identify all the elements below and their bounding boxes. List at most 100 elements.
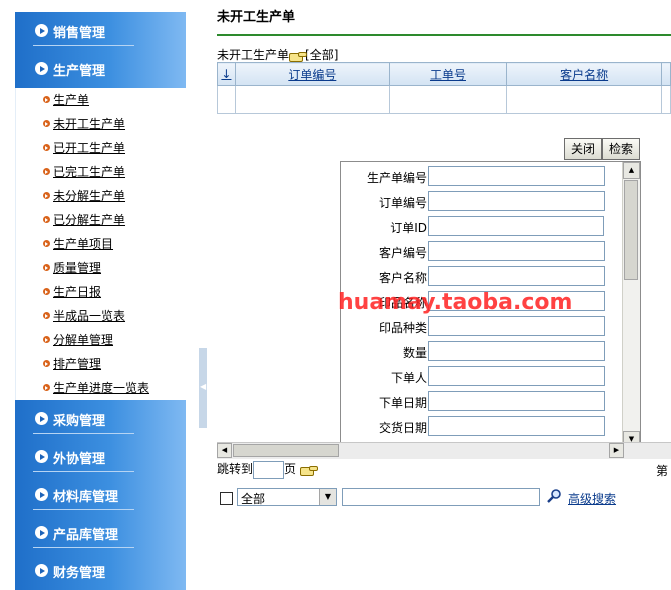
menu-bullet-icon (35, 62, 48, 75)
field-label: 客户名称 (378, 271, 427, 285)
order-no-input[interactable] (428, 191, 605, 211)
menu-sales[interactable]: 销售管理 (15, 12, 186, 50)
menu-bullet-icon (35, 450, 48, 463)
field-label: 下单日期 (378, 396, 427, 410)
order-id-input[interactable] (428, 216, 604, 236)
submenu-item[interactable]: 生产单 (43, 92, 89, 108)
menu-label: 外协管理 (53, 452, 106, 467)
scroll-thumb[interactable] (624, 180, 638, 280)
print-type-input[interactable] (428, 316, 605, 336)
submenu-item[interactable]: 已开工生产单 (43, 140, 126, 156)
submenu-item[interactable]: 未开工生产单 (43, 116, 125, 132)
table-cell (506, 85, 663, 114)
field-label: 订单编号 (378, 196, 427, 210)
scroll-up-icon[interactable]: ▲ (623, 162, 640, 179)
menu-product-stock[interactable]: 产品库管理 (15, 514, 186, 552)
list-caption-text: 未开工生产单 (217, 48, 290, 62)
field-row: 数量 (341, 341, 625, 363)
pointing-hand-icon (289, 51, 308, 62)
arrow-bullet-icon (43, 192, 50, 199)
submenu-item[interactable]: 半成品一览表 (43, 308, 125, 324)
submenu-label: 未分解生产单 (53, 189, 126, 203)
menu-underline (33, 509, 134, 510)
horizontal-scrollbar[interactable]: ◀ ▶ (217, 442, 671, 459)
arrow-bullet-icon (43, 264, 50, 271)
production-no-input[interactable] (428, 166, 605, 186)
menu-bullet-icon (35, 412, 48, 425)
page-number-input[interactable] (253, 460, 285, 479)
customer-name-input[interactable] (428, 266, 605, 286)
submenu-label: 已开工生产单 (53, 141, 126, 155)
table-cell (234, 85, 390, 114)
field-row: 生产单编号 (341, 166, 625, 188)
arrow-bullet-icon (43, 288, 50, 295)
delivery-date-input[interactable] (428, 416, 605, 436)
pointing-hand-icon[interactable] (299, 465, 318, 476)
column-header-job-no[interactable]: 工单号 (388, 62, 508, 86)
quick-search-bar: 全部 ▼ 高级搜索 (220, 488, 660, 508)
scroll-right-icon[interactable]: ▶ (609, 443, 624, 458)
arrow-bullet-icon (43, 120, 50, 127)
advanced-search-link[interactable]: 高级搜索 (568, 490, 616, 507)
menu-outsource[interactable]: 外协管理 (15, 438, 186, 476)
select-all-checkbox[interactable] (220, 492, 233, 505)
filter-all-link[interactable]: [全部] (305, 48, 338, 62)
menu-label: 财务管理 (53, 566, 106, 581)
menu-bullet-icon (35, 564, 48, 577)
customer-no-input[interactable] (428, 241, 605, 261)
quantity-input[interactable] (428, 341, 605, 361)
collapse-arrow-icon: ◀ (200, 382, 207, 391)
order-person-input[interactable] (428, 366, 605, 386)
column-header-order-no[interactable]: 订单编号 (234, 62, 390, 86)
page-title: 未开工生产单 (217, 10, 296, 25)
chevron-down-icon[interactable]: ▼ (319, 489, 336, 505)
menu-label: 采购管理 (53, 414, 106, 429)
sidebar-collapse-handle[interactable]: ◀ (199, 348, 207, 428)
search-icon[interactable] (546, 488, 562, 504)
field-label: 交货日期 (378, 421, 427, 435)
field-row: 下单日期 (341, 391, 625, 413)
menu-production[interactable]: 生产管理 (15, 50, 186, 88)
sort-header[interactable]: ↓ (217, 62, 236, 86)
submenu-label: 生产单进度一览表 (53, 381, 150, 395)
submenu-item[interactable]: 生产单项目 (43, 236, 114, 252)
arrow-bullet-icon (43, 312, 50, 319)
submenu-item[interactable]: 已完工生产单 (43, 164, 125, 180)
menu-purchase[interactable]: 采购管理 (15, 400, 186, 438)
column-header-customer-name[interactable]: 客户名称 (506, 62, 663, 86)
field-select[interactable]: 全部 ▼ (237, 488, 337, 506)
panel-vertical-scrollbar[interactable]: ▲ ▼ (622, 162, 640, 448)
menu-bullet-icon (35, 24, 48, 37)
submenu-item[interactable]: 分解单管理 (43, 332, 113, 348)
submenu-item[interactable]: 未分解生产单 (43, 188, 126, 204)
page-jump: 跳转到 页 (217, 460, 318, 479)
menu-label: 产品库管理 (53, 528, 119, 543)
scroll-left-icon[interactable]: ◀ (217, 443, 232, 458)
sidebar: 销售管理 生产管理 生产单 未开工生产单 已开工生产单 已完工生产单 未分解生产… (0, 0, 200, 590)
field-label: 订单ID (390, 221, 427, 235)
menu-underline (33, 433, 134, 434)
submenu-item[interactable]: 排产管理 (43, 356, 101, 372)
hscroll-thumb[interactable] (233, 444, 339, 457)
menu-bullet-icon (35, 488, 48, 501)
menu-underline (33, 471, 134, 472)
menu-bullet-icon (35, 526, 48, 539)
menu-material-stock[interactable]: 材料库管理 (15, 476, 186, 514)
submenu-item[interactable]: 质量管理 (43, 260, 101, 276)
result-table: ↓ 订单编号 工单号 客户名称 (217, 62, 671, 114)
keyword-input[interactable] (342, 488, 540, 506)
order-date-input[interactable] (428, 391, 605, 411)
close-button[interactable]: 关闭 (564, 138, 603, 160)
table-row (217, 85, 671, 114)
submenu-item[interactable]: 生产单进度一览表 (43, 380, 150, 396)
search-button[interactable]: 检索 (602, 138, 641, 160)
submenu-item[interactable]: 生产日报 (43, 284, 101, 300)
table-cell (661, 85, 671, 114)
production-submenu: 生产单 未开工生产单 已开工生产单 已完工生产单 未分解生产单 已分解生产单 生… (15, 88, 187, 400)
menu-finance[interactable]: 财务管理 (15, 552, 186, 590)
submenu-item[interactable]: 已分解生产单 (43, 212, 125, 228)
field-select-value: 全部 (241, 492, 266, 506)
submenu-label: 生产单项目 (53, 237, 114, 251)
page-indicator: 第 (656, 464, 669, 478)
field-row: 印品种类 (341, 316, 625, 338)
